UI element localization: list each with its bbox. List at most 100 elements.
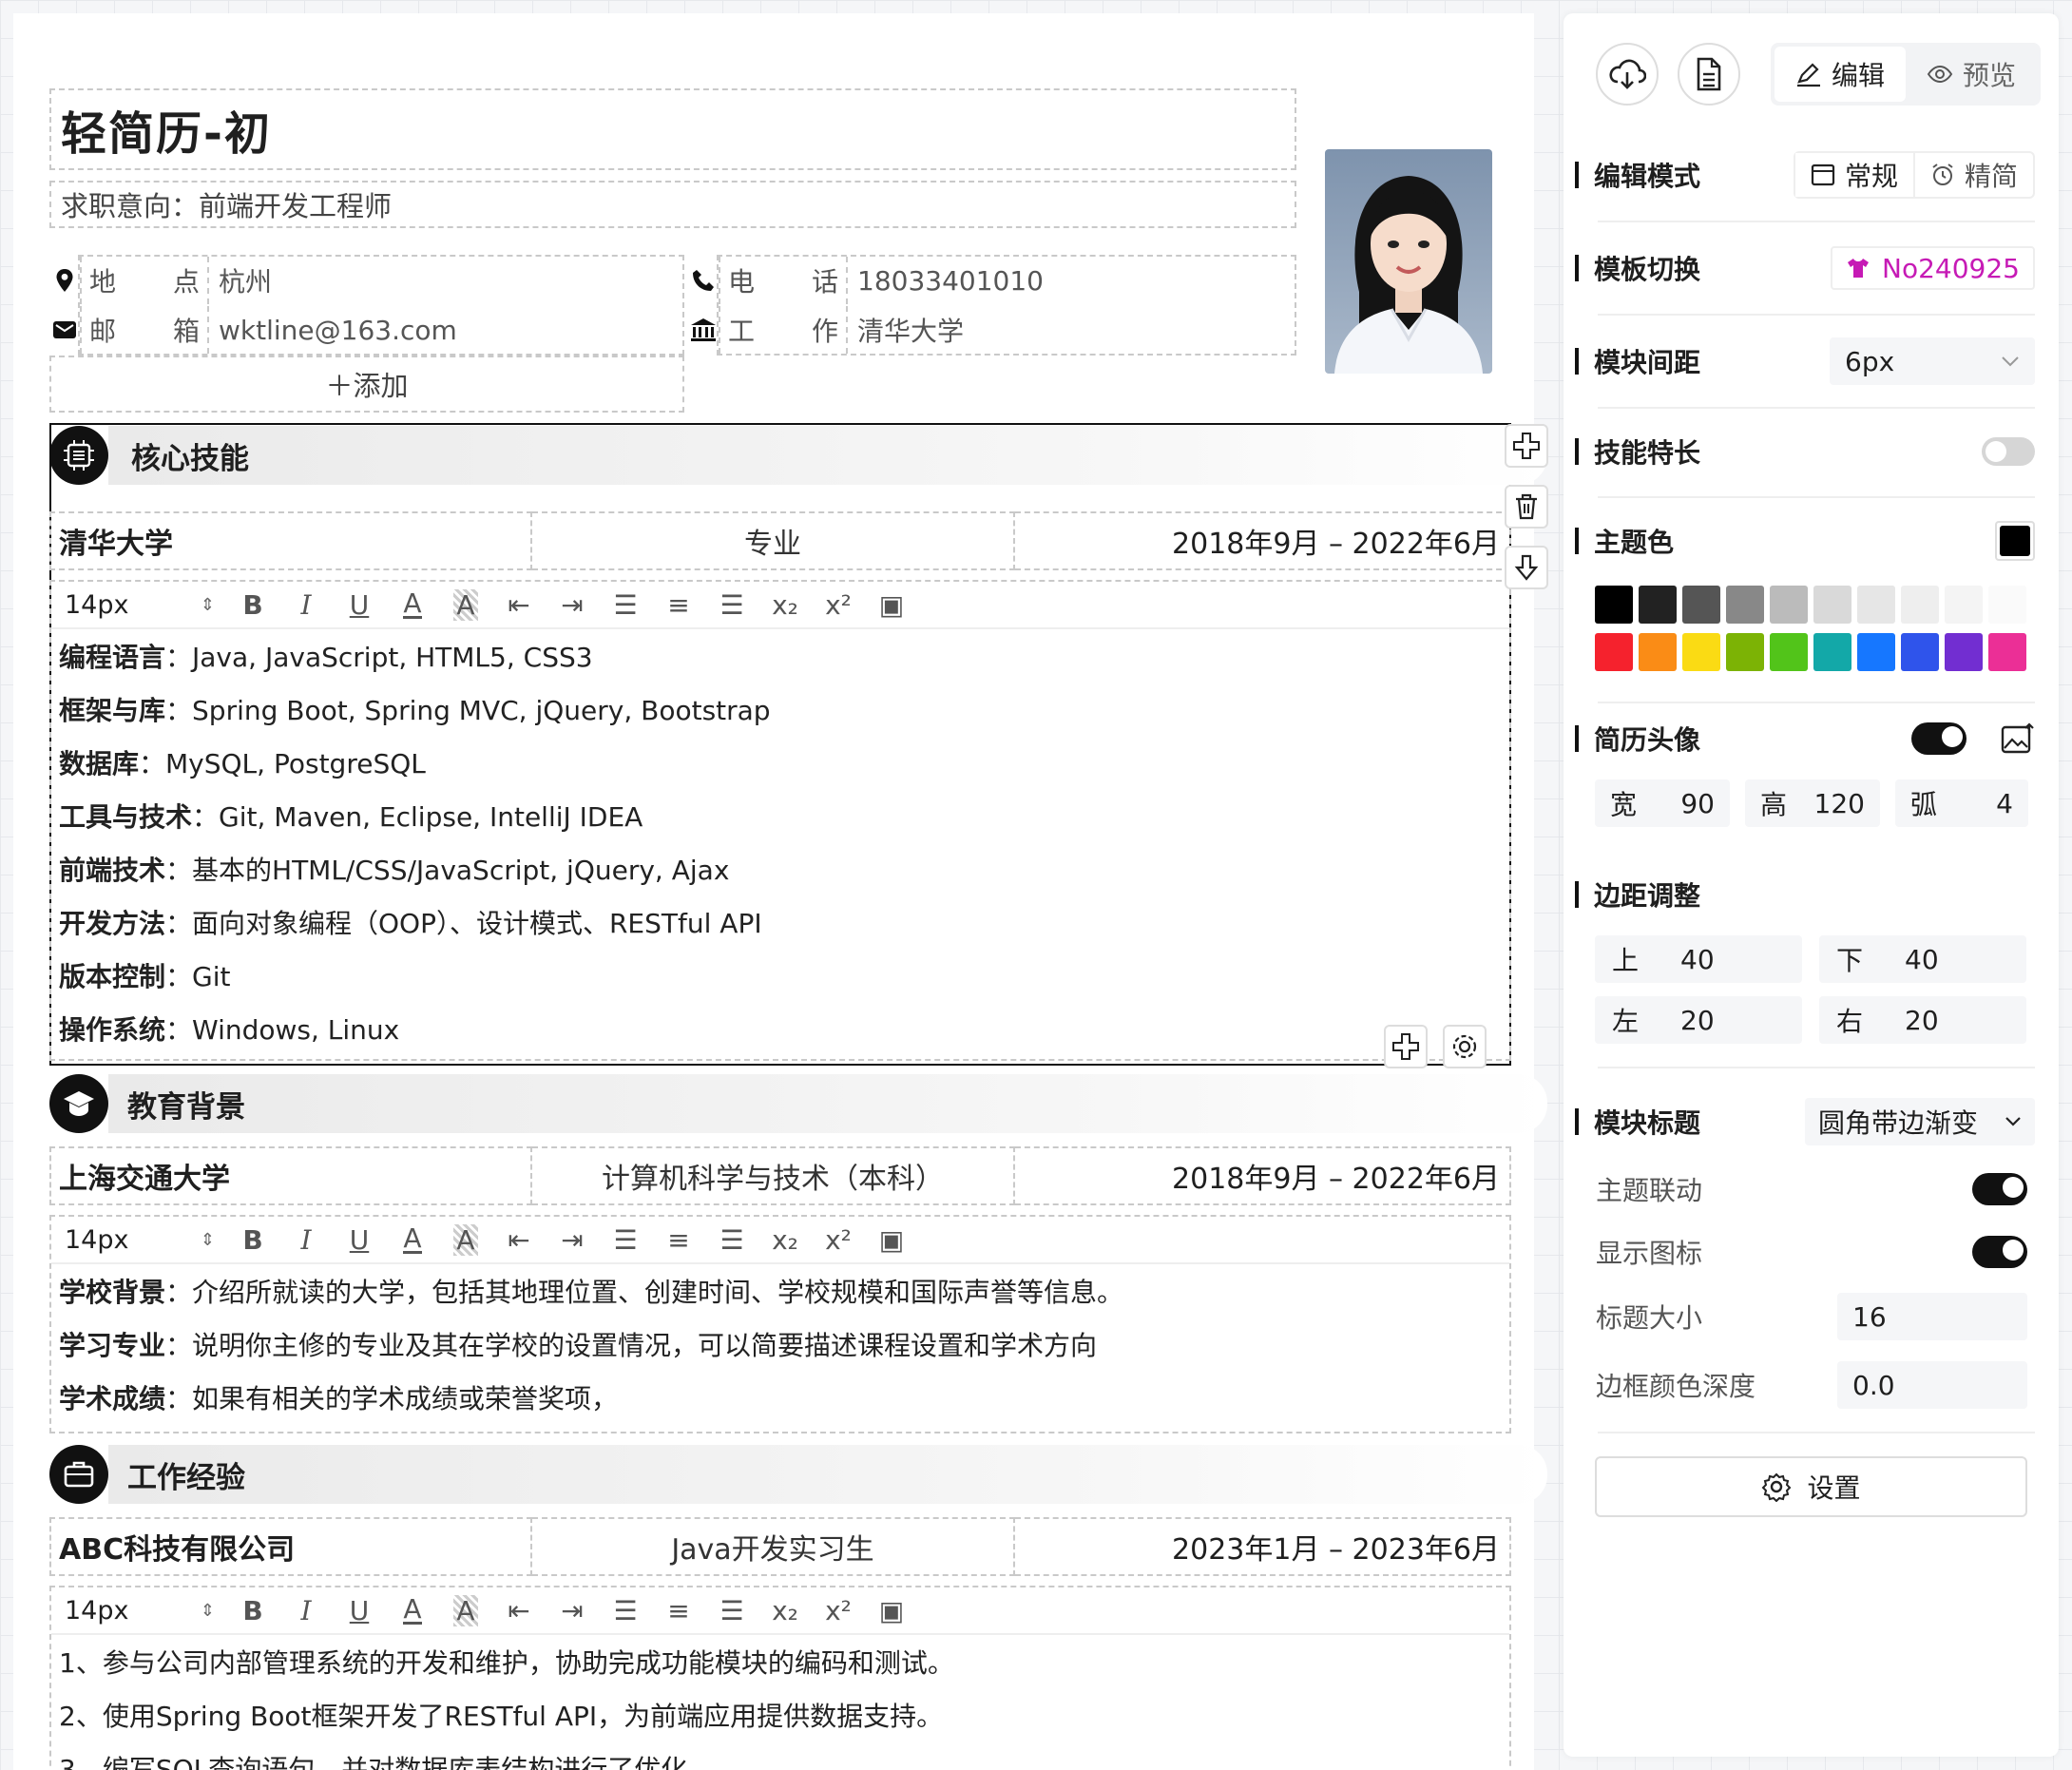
outdent-icon[interactable]: ⇤ [492, 1221, 546, 1259]
info-row-work[interactable]: 工作 清华大学 [688, 306, 1296, 354]
color-swatch[interactable] [1945, 633, 1983, 671]
subscript-icon[interactable]: x₂ [758, 586, 812, 624]
font-color-icon[interactable]: A [386, 1221, 439, 1259]
mode-normal-option[interactable]: 常规 [1794, 153, 1915, 197]
margin-left-field[interactable]: 左 20 [1595, 996, 1802, 1044]
preview-tab[interactable]: 预览 [1906, 47, 2037, 102]
color-swatch[interactable] [1988, 633, 2026, 671]
section-title-education[interactable]: 教育背景 [49, 1072, 1547, 1135]
avatar-width-field[interactable]: 宽 90 [1595, 779, 1730, 827]
indent-icon[interactable]: ⇥ [546, 1591, 599, 1629]
show-icon-toggle[interactable] [1972, 1236, 2027, 1268]
settings-button[interactable]: 设置 [1595, 1456, 2027, 1517]
document-icon[interactable] [1678, 43, 1740, 106]
job-intent-field[interactable]: 求职意向：前端开发工程师 [49, 181, 1296, 228]
add-item-button[interactable] [1384, 1025, 1428, 1068]
mode-lite-option[interactable]: 精简 [1915, 153, 2033, 197]
color-swatch[interactable] [1857, 633, 1895, 671]
info-row-phone[interactable]: 电话 18033401010 [688, 257, 1296, 304]
image-icon[interactable]: ▣ [865, 586, 918, 624]
editor-content[interactable]: 1、参与公司内部管理系统的开发和维护，协助完成功能模块的编码和测试。 2、使用S… [51, 1635, 1509, 1770]
outdent-icon[interactable]: ⇤ [492, 586, 546, 624]
image-icon[interactable]: ▣ [865, 1221, 918, 1259]
move-down-icon[interactable] [1505, 546, 1548, 589]
align-icon[interactable]: ☰ [599, 1221, 652, 1259]
underline-icon[interactable]: U [333, 1591, 386, 1629]
section-row-education[interactable]: 上海交通大学 计算机科学与技术（本科） 2018年9月 – 2022年6月 [49, 1146, 1511, 1205]
italic-icon[interactable]: I [279, 1591, 333, 1629]
color-swatch[interactable] [1813, 633, 1851, 671]
underline-icon[interactable]: U [333, 1221, 386, 1259]
image-upload-icon[interactable] [2001, 722, 2035, 755]
add-section-button[interactable] [1505, 424, 1548, 468]
subscript-icon[interactable]: x₂ [758, 1221, 812, 1259]
bullet-list-icon[interactable]: ☰ [705, 1591, 758, 1629]
rich-text-editor-skills[interactable]: 14px ⇕ B I U A A ⇤ ⇥ ☰ ≡ ☰ x₂ x² ▣ 编程语言 ：J… [49, 580, 1511, 1061]
image-icon[interactable]: ▣ [865, 1591, 918, 1629]
font-size-select[interactable]: 14px ⇕ [65, 1225, 226, 1255]
color-swatch[interactable] [1813, 586, 1851, 624]
bullet-list-icon[interactable]: ☰ [705, 1221, 758, 1259]
avatar-radius-field[interactable]: 弧4 [1895, 779, 2028, 827]
color-swatch[interactable] [1682, 586, 1720, 624]
color-swatch[interactable] [1901, 586, 1939, 624]
bold-icon[interactable]: B [226, 1591, 279, 1629]
indent-icon[interactable]: ⇥ [546, 1221, 599, 1259]
info-value[interactable]: 杭州 [209, 257, 684, 304]
skills-toggle[interactable] [1982, 437, 2035, 466]
italic-icon[interactable]: I [279, 1221, 333, 1259]
avatar-height-field[interactable]: 高 120 [1745, 779, 1880, 827]
gear-icon[interactable] [1443, 1025, 1487, 1068]
color-swatch[interactable] [1595, 586, 1633, 624]
color-swatch[interactable] [1639, 633, 1677, 671]
resume-name-field[interactable]: 轻简历-初 [49, 88, 1296, 170]
ordered-list-icon[interactable]: ≡ [652, 1221, 705, 1259]
font-size-select[interactable]: 14px ⇕ [65, 1596, 226, 1626]
info-value[interactable]: wktline@163.com [209, 306, 684, 354]
bold-icon[interactable]: B [226, 1221, 279, 1259]
info-row-email[interactable]: 邮箱 wktline@163.com [49, 306, 684, 354]
rich-text-editor-work[interactable]: 14px ⇕ B I U A A ⇤ ⇥ ☰ ≡ ☰ x₂ x² ▣ 1、参与公司… [49, 1586, 1511, 1770]
section-title-skills[interactable]: 核心技能 [49, 424, 1547, 487]
align-icon[interactable]: ☰ [599, 586, 652, 624]
align-icon[interactable]: ☰ [599, 1591, 652, 1629]
font-size-select[interactable]: 14px ⇕ [65, 590, 226, 620]
title-size-field[interactable]: 16 [1837, 1293, 2027, 1340]
bullet-list-icon[interactable]: ☰ [705, 586, 758, 624]
avatar-toggle[interactable] [1911, 722, 1966, 755]
section-row-skills[interactable]: 清华大学 专业 2018年9月 – 2022年6月 [49, 511, 1511, 570]
italic-icon[interactable]: I [279, 586, 333, 624]
superscript-icon[interactable]: x² [812, 1221, 865, 1259]
trash-icon[interactable] [1505, 485, 1548, 529]
theme-link-toggle[interactable] [1972, 1173, 2027, 1205]
color-swatch[interactable] [1726, 633, 1764, 671]
theme-color-picker[interactable] [1995, 521, 2035, 561]
color-swatch[interactable] [1770, 586, 1808, 624]
editor-content[interactable]: 学校背景 ：介绍所就读的大学，包括其地理位置、创建时间、学校规模和国际声誉等信息。… [51, 1264, 1509, 1424]
ordered-list-icon[interactable]: ≡ [652, 1591, 705, 1629]
bold-icon[interactable]: B [226, 586, 279, 624]
color-swatch[interactable] [1726, 586, 1764, 624]
highlight-icon[interactable]: A [439, 1221, 492, 1259]
color-swatch[interactable] [1857, 586, 1895, 624]
color-swatch[interactable] [1595, 633, 1633, 671]
font-color-icon[interactable]: A [386, 586, 439, 624]
margin-top-field[interactable]: 上 40 [1595, 935, 1802, 983]
spacing-select[interactable]: 6px [1830, 337, 2035, 385]
info-value[interactable]: 18033401010 [848, 257, 1296, 304]
color-swatch[interactable] [1639, 586, 1677, 624]
ordered-list-icon[interactable]: ≡ [652, 586, 705, 624]
superscript-icon[interactable]: x² [812, 586, 865, 624]
info-row-location[interactable]: 地点 杭州 [49, 257, 684, 304]
font-color-icon[interactable]: A [386, 1591, 439, 1629]
highlight-icon[interactable]: A [439, 586, 492, 624]
section-title-work[interactable]: 工作经验 [49, 1443, 1547, 1506]
margin-right-field[interactable]: 右 20 [1819, 996, 2026, 1044]
border-depth-field[interactable]: 0.0 [1837, 1361, 2027, 1409]
indent-icon[interactable]: ⇥ [546, 586, 599, 624]
add-info-button[interactable]: ＋添加 [49, 356, 684, 413]
highlight-icon[interactable]: A [439, 1591, 492, 1629]
outdent-icon[interactable]: ⇤ [492, 1591, 546, 1629]
underline-icon[interactable]: U [333, 586, 386, 624]
color-swatch[interactable] [1682, 633, 1720, 671]
